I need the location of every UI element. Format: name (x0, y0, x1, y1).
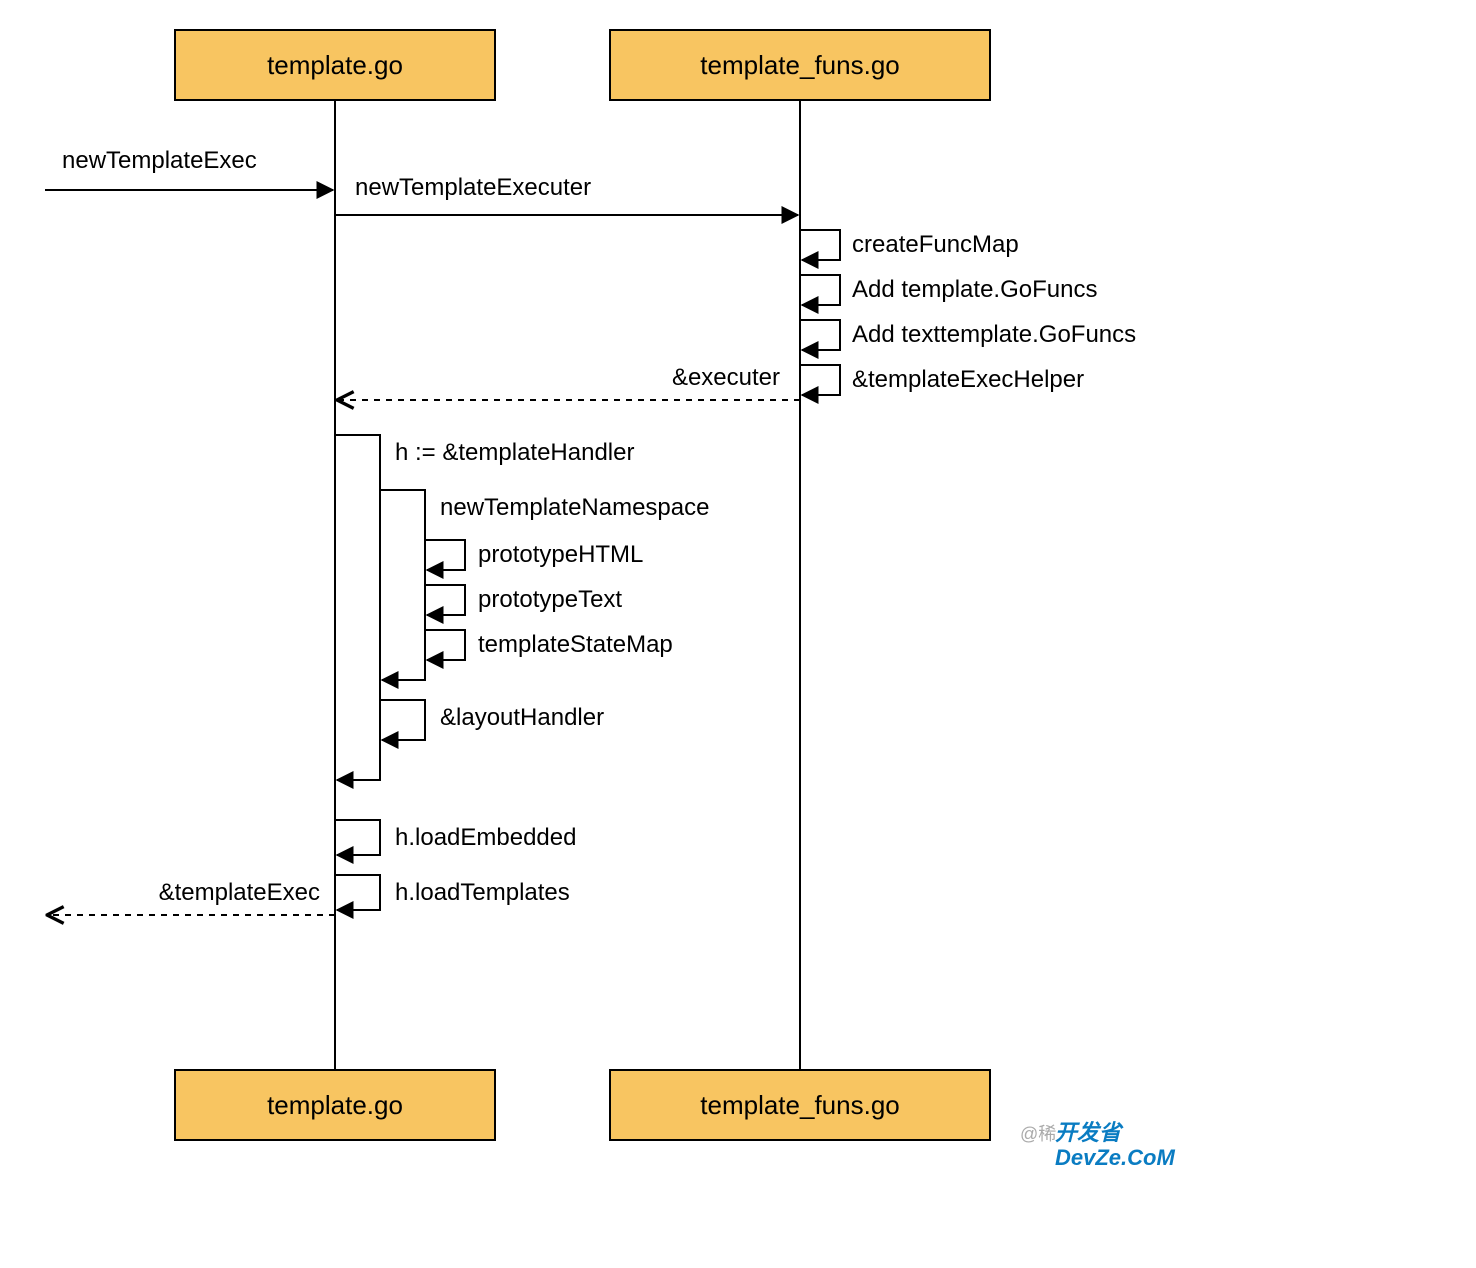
participant-label: template.go (267, 50, 403, 80)
message-label: h := &templateHandler (395, 439, 634, 466)
sequence-diagram: template.go template_funs.go newTemplate… (0, 0, 1476, 1268)
watermark-text: DevZe.CoM (1055, 1145, 1175, 1170)
watermark-text: @稀 (1020, 1124, 1056, 1144)
message-label: &layoutHandler (440, 704, 604, 731)
message-label: &templateExec (159, 879, 320, 906)
message-label: h.loadEmbedded (395, 824, 576, 851)
message-label: templateStateMap (478, 631, 673, 658)
message-label: Add template.GoFuncs (852, 276, 1097, 303)
self-message: Add texttemplate.GoFuncs (800, 320, 1136, 350)
participant-label: template.go (267, 1090, 403, 1120)
self-message: h.loadTemplates (335, 875, 570, 910)
self-message: createFuncMap (800, 230, 1019, 260)
participant-label: template_funs.go (700, 50, 899, 80)
watermark-text: 开发省 (1055, 1120, 1124, 1145)
self-block: h := &templateHandler newTemplateNamespa… (335, 435, 709, 780)
message-label: newTemplateExec (62, 147, 257, 174)
message-label: createFuncMap (852, 231, 1019, 258)
message-label: prototypeText (478, 586, 622, 613)
self-message: h.loadEmbedded (335, 820, 576, 855)
participant-label: template_funs.go (700, 1090, 899, 1120)
message-label: &templateExecHelper (852, 366, 1084, 393)
message-label: h.loadTemplates (395, 879, 570, 906)
self-message: &templateExecHelper (800, 365, 1084, 395)
message-label: newTemplateNamespace (440, 494, 709, 521)
message-label: newTemplateExecuter (355, 174, 591, 201)
message-label: &executer (672, 364, 780, 391)
self-message: Add template.GoFuncs (800, 275, 1097, 305)
message-label: prototypeHTML (478, 541, 643, 568)
message-label: Add texttemplate.GoFuncs (852, 321, 1136, 348)
